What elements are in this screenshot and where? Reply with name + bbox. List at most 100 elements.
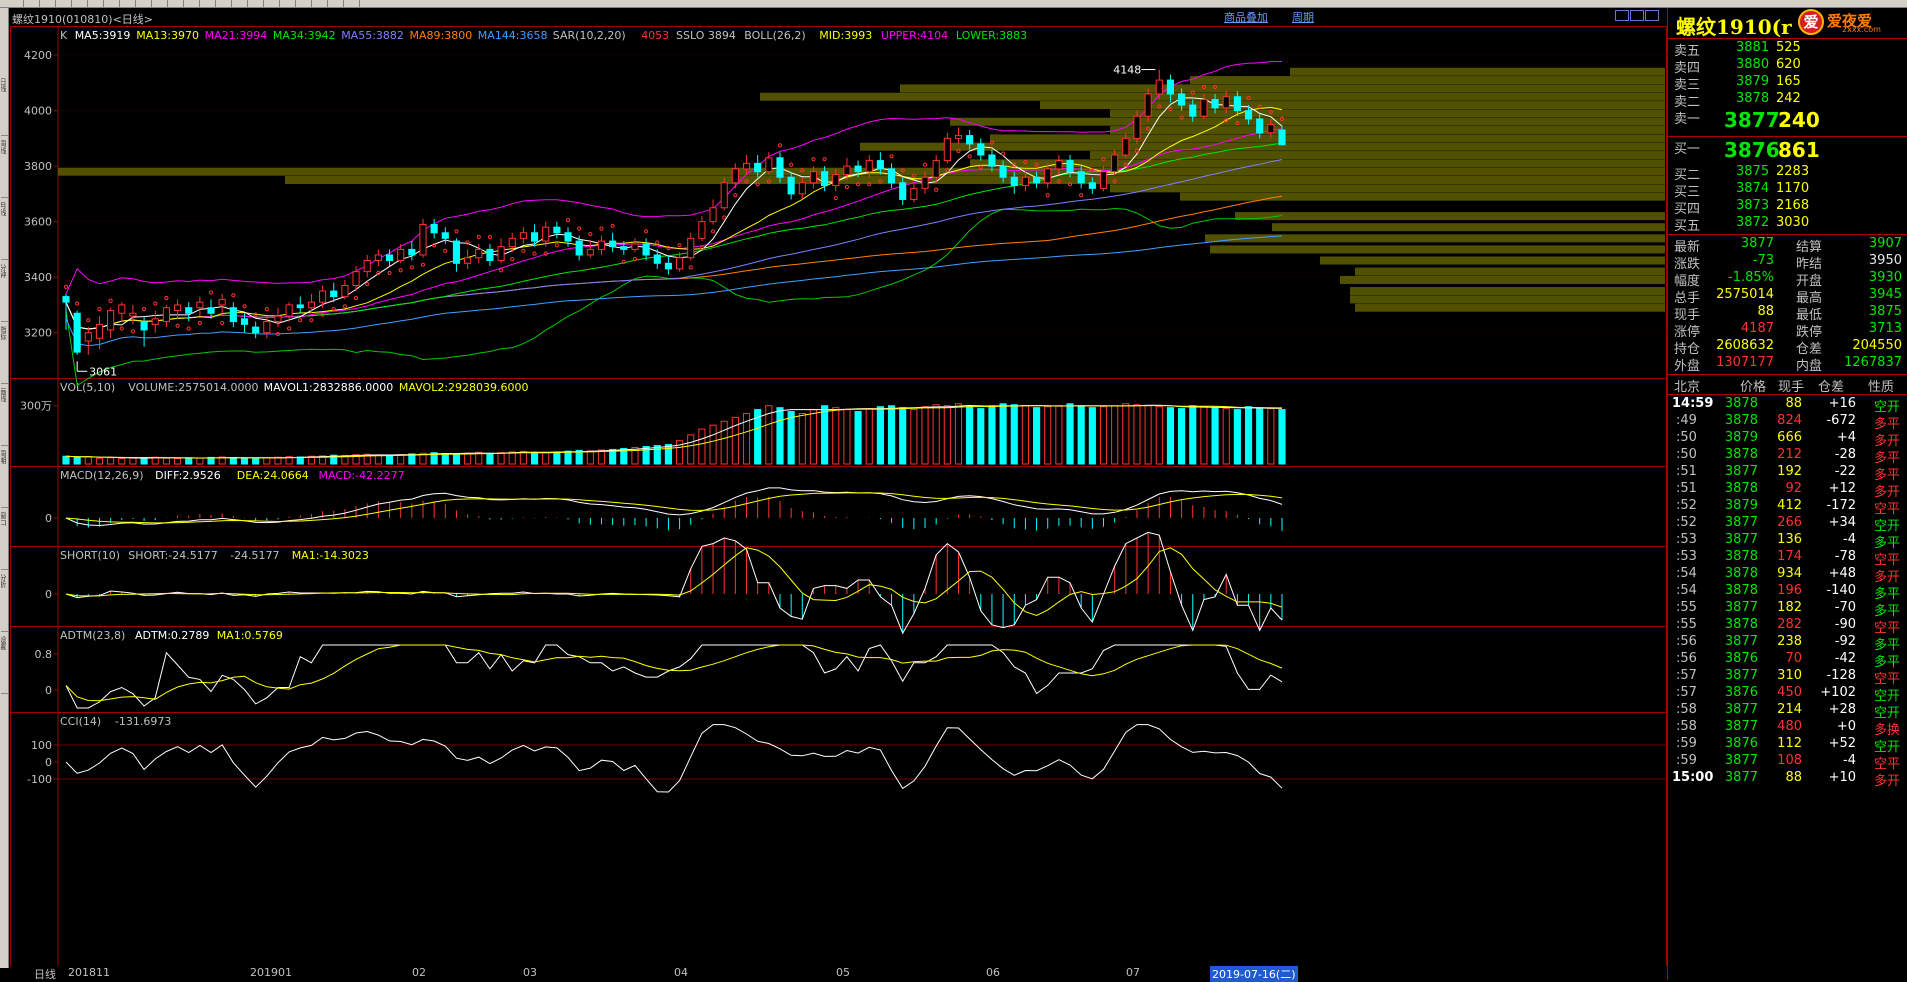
candle-body [252, 326, 260, 334]
stat-value: 1307177 [1716, 355, 1774, 370]
price-tick-label: 3800 [24, 160, 52, 173]
toolbar-button[interactable] [346, 0, 360, 7]
left-tool-8[interactable]: 分析 [1, 574, 8, 632]
sar-dot [844, 184, 850, 190]
high-price-label: 4148 [1113, 64, 1141, 77]
sar-dot [342, 304, 347, 309]
tick-time: :59 [1676, 753, 1697, 768]
tick-row: :52 3879 412 -172 空平 [1668, 498, 1907, 517]
left-tool-2[interactable]: 月线 [1, 202, 8, 260]
sar-dot [867, 182, 872, 187]
tick-diff: -672 [1826, 413, 1856, 428]
window-buttons[interactable] [1615, 10, 1665, 22]
candle-body [508, 237, 516, 248]
toolbar-button[interactable] [138, 0, 152, 7]
period-link[interactable]: 周期 [1292, 9, 1314, 25]
tick-price: 3878 [1724, 617, 1758, 632]
volume-bar [1155, 406, 1163, 465]
toolbar-button[interactable] [154, 0, 168, 7]
tick-row: :54 3878 196 -140 多平 [1668, 583, 1907, 602]
sar-dot [287, 326, 292, 331]
toolbar-button[interactable] [74, 0, 88, 7]
candle-body [1122, 137, 1130, 156]
volume-profile-bar [285, 176, 1665, 185]
volume-bar [84, 456, 92, 465]
minimize-icon[interactable] [1615, 10, 1629, 21]
indicator-label-price: MID:3993 [819, 29, 872, 42]
mavol2-line [65, 405, 1283, 459]
sar-dot [755, 182, 760, 187]
toolbar-button[interactable] [186, 0, 200, 7]
macd-tick-label: 0 [45, 512, 52, 525]
tick-volume: 934 [1777, 566, 1802, 581]
left-tool-9[interactable]: 设置 [1, 636, 8, 694]
volume-bar [899, 407, 907, 465]
toolbar-button[interactable] [202, 0, 216, 7]
volume-profile-bar [950, 117, 1665, 126]
adtm-line [65, 644, 1283, 709]
left-tool-4[interactable]: 指标 [1, 326, 8, 384]
toolbar-button[interactable] [106, 0, 120, 7]
candle-body [887, 168, 896, 184]
toolbar-button[interactable] [90, 0, 104, 7]
divider [1668, 394, 1907, 395]
toolbar-button[interactable] [250, 0, 264, 7]
sar-dot [1190, 90, 1195, 95]
stat-value: 3907 [1868, 236, 1902, 251]
close-icon[interactable] [1645, 10, 1659, 21]
overlay-link[interactable]: 商品叠加 [1224, 9, 1268, 25]
tick-volume: 92 [1785, 481, 1802, 496]
toolbar-button[interactable] [282, 0, 296, 7]
indicator-label-vol: MAVOL2:2928039.6000 [399, 381, 529, 394]
ma5-line [65, 97, 1283, 330]
toolbar-button[interactable] [10, 0, 24, 7]
restore-icon[interactable] [1630, 10, 1644, 21]
candle-body [754, 162, 762, 173]
indicator-label-cci: CCI(14) [60, 715, 101, 728]
toolbar-button[interactable] [122, 0, 136, 7]
stat-value: 88 [1757, 304, 1774, 319]
volume-profile-bar [1110, 184, 1665, 193]
sar-dot [699, 245, 704, 251]
candle-body [1155, 79, 1163, 95]
volume-profile-bar [1350, 295, 1665, 304]
left-tool-6[interactable]: 周期 [1, 450, 8, 508]
candle-body [73, 312, 81, 353]
volume-bar [1021, 405, 1029, 465]
volume-bar [441, 453, 449, 465]
toolbar-button[interactable] [58, 0, 72, 7]
toolbar-button[interactable] [42, 0, 56, 7]
tick-row: :59 3877 108 -4 空平 [1668, 753, 1907, 772]
left-tool-3[interactable]: 分钟 [1, 264, 8, 322]
toolbar-button[interactable] [234, 0, 248, 7]
left-tool-0[interactable]: 日线 [1, 78, 8, 136]
candle-body [419, 223, 427, 256]
toolbar-button[interactable] [266, 0, 280, 7]
candle-body [430, 223, 438, 234]
volume-bar [1066, 403, 1074, 465]
chart-svg[interactable]: K MA5:3919 MA13:3970 MA21:3994 MA34:3942 MA55… [10, 26, 1667, 974]
stat-value: 204550 [1852, 338, 1902, 353]
left-tool-7[interactable]: 窗口 [1, 512, 8, 570]
toolbar-button[interactable] [330, 0, 344, 7]
symbol-name: 螺纹1910(r [1676, 15, 1792, 39]
toolbar-button[interactable] [314, 0, 328, 7]
sar-dot [309, 318, 314, 323]
bid-price: 3875 [1736, 164, 1770, 179]
left-tool-5[interactable]: 画线 [1, 388, 8, 446]
left-tool-1[interactable]: 周线 [1, 140, 8, 198]
tick-row: :58 3877 214 +28 空开 [1668, 702, 1907, 721]
tick-price: 3878 [1724, 566, 1758, 581]
candle-body [1144, 93, 1152, 117]
toolbar-button[interactable] [26, 0, 40, 7]
tick-row: :57 3876 450 +102 空开 [1668, 685, 1907, 704]
tick-volume: 450 [1777, 685, 1802, 700]
toolbar-button[interactable] [298, 0, 312, 7]
sar-dot [298, 318, 303, 323]
toolbar-button[interactable] [218, 0, 232, 7]
chart-area[interactable]: 螺纹1910(010810)<日线> 商品叠加 周期 K MA5:3919 MA13… [10, 8, 1667, 968]
sar-dot [376, 270, 381, 276]
indicator-label-cci: -131.6973 [115, 715, 171, 728]
candle-body [240, 318, 249, 325]
toolbar-button[interactable] [170, 0, 184, 7]
